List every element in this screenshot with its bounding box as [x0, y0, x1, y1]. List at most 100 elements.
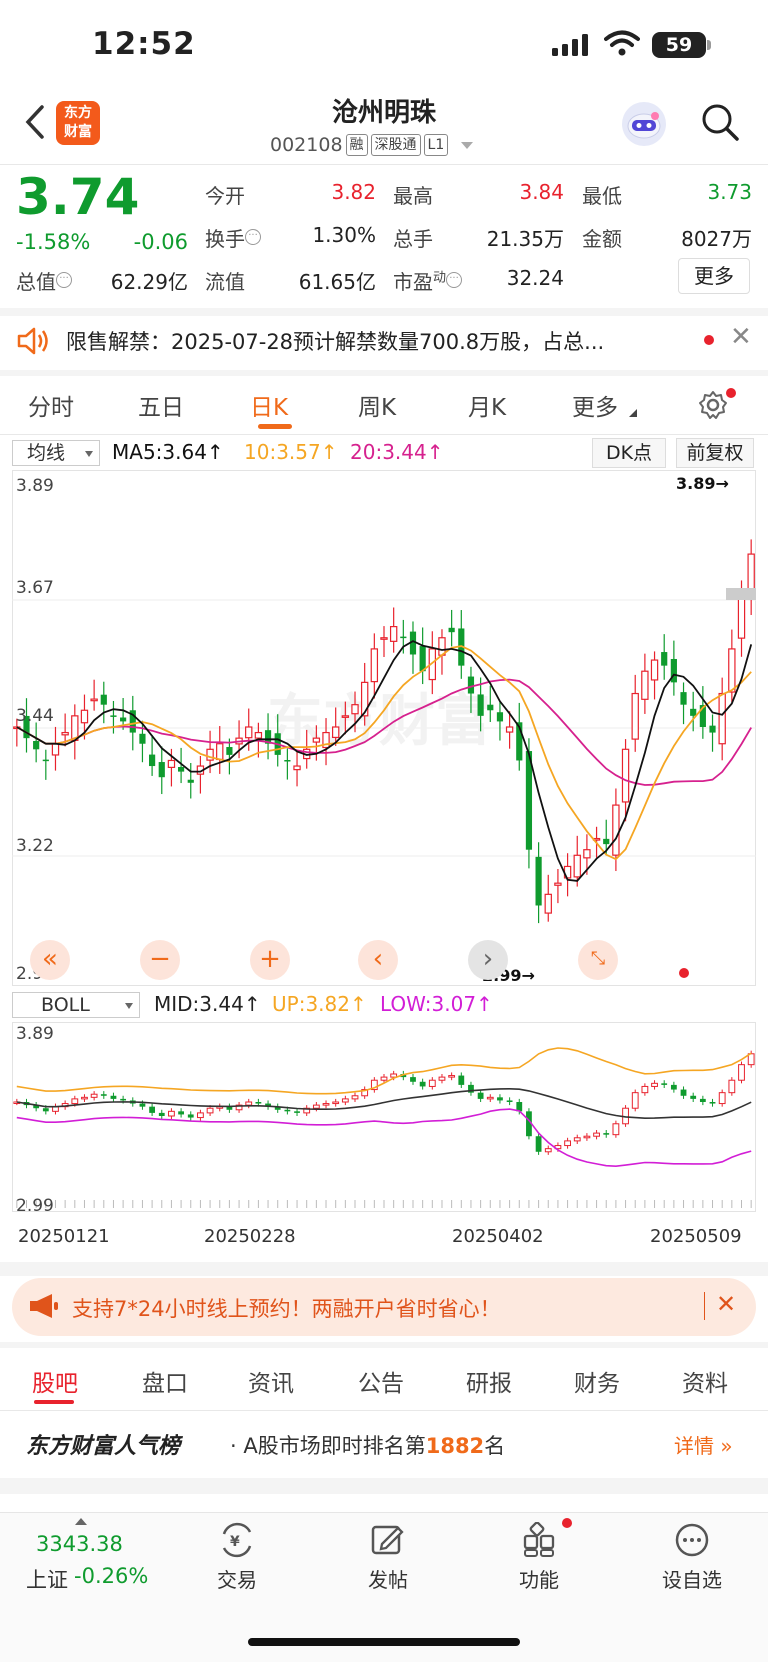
- volume-value: 21.35万: [486, 227, 564, 251]
- tab-announcements[interactable]: 公告: [358, 1364, 404, 1398]
- ma10-label: 10:3.57↑: [244, 440, 338, 464]
- candle-body: [535, 856, 542, 906]
- boll-candle-body: [680, 1089, 687, 1096]
- boll-candle-body: [245, 1101, 253, 1106]
- candle-body: [341, 715, 350, 718]
- open-value: 3.82: [331, 180, 376, 204]
- boll-candle-body: [71, 1098, 79, 1105]
- scroll-left-button[interactable]: ‹: [358, 940, 398, 980]
- dk-point-label: DK点: [605, 442, 653, 464]
- pe-value: 32.24: [506, 266, 564, 290]
- status-time: 12:52: [92, 26, 196, 62]
- info-icon[interactable]: ···: [56, 272, 72, 289]
- boll-candle-body: [477, 1092, 484, 1099]
- boll-candle-body: [187, 1114, 194, 1118]
- boll-candle-body: [535, 1136, 542, 1152]
- candle-body: [80, 709, 89, 724]
- dk-point-button[interactable]: DK点: [592, 438, 666, 468]
- boll-candle-body: [709, 1102, 716, 1104]
- tab-pankou[interactable]: 盘口: [142, 1364, 188, 1398]
- boll-candle-body: [197, 1112, 204, 1119]
- turnover-value: 1.30%: [312, 223, 376, 247]
- rank-detail-link[interactable]: 详情 »: [674, 1430, 733, 1459]
- nav-add-watchlist[interactable]: 设自选: [642, 1564, 742, 1593]
- unlock-notice[interactable]: 限售解禁：2025-07-28预计解禁数量700.8万股，占总...: [66, 326, 666, 356]
- candle-body: [284, 760, 291, 762]
- zoom-out-button[interactable]: −: [140, 940, 180, 980]
- candle-body: [245, 726, 253, 739]
- boll-svg[interactable]: [12, 1022, 756, 1212]
- boll-up-label: UP:3.82↑: [272, 992, 367, 1016]
- candle-body: [90, 698, 98, 702]
- boll-candle-body: [603, 1133, 610, 1135]
- tab-profile[interactable]: 资料: [682, 1364, 728, 1398]
- zoom-in-button[interactable]: +: [250, 940, 290, 980]
- tab-finance[interactable]: 财务: [574, 1364, 620, 1398]
- pe-label-text: 市盈: [393, 270, 433, 294]
- info-icon[interactable]: ···: [446, 272, 463, 289]
- tab-research[interactable]: 研报: [466, 1364, 512, 1398]
- info-icon[interactable]: ···: [245, 229, 261, 246]
- more-dots-icon[interactable]: [674, 1522, 710, 1558]
- tab-news[interactable]: 资讯: [248, 1364, 294, 1398]
- promo-text[interactable]: 支持7*24小时线上预约！两融开户省时省心！: [72, 1293, 501, 1323]
- boll-mid-line: [16, 1087, 752, 1120]
- robot-icon: [627, 112, 661, 139]
- kline-svg[interactable]: 东方财富: [12, 470, 756, 986]
- more-quote-button[interactable]: 更多: [678, 258, 750, 294]
- change-percent: -1.58%: [16, 230, 91, 254]
- stock-subtitle[interactable]: 002108 融 深股通 L1: [270, 134, 474, 156]
- tab-minute[interactable]: 分时: [28, 388, 74, 422]
- functions-icon[interactable]: [522, 1522, 558, 1558]
- scroll-right-button[interactable]: ›: [468, 940, 508, 980]
- candle-body: [603, 838, 610, 845]
- chevron-down-icon: [461, 141, 474, 149]
- boll-candle-body: [380, 1076, 388, 1081]
- fullscreen-button[interactable]: ⤡: [578, 940, 618, 980]
- date-label-3: 20250402: [452, 1226, 544, 1247]
- tab-five-day[interactable]: 五日: [138, 388, 184, 422]
- section-gap: [0, 1478, 768, 1494]
- boll-select[interactable]: BOLL: [12, 992, 140, 1018]
- assistant-avatar[interactable]: [622, 102, 666, 146]
- settings-gear-icon[interactable]: [698, 390, 728, 420]
- tab-more[interactable]: 更多: [572, 388, 618, 422]
- trade-icon[interactable]: ¥: [218, 1522, 256, 1558]
- boll-candle-body: [428, 1079, 436, 1087]
- fast-back-button[interactable]: «: [30, 940, 70, 980]
- nav-post[interactable]: 发帖: [338, 1564, 438, 1593]
- search-button[interactable]: [700, 102, 740, 146]
- candle-body: [583, 849, 591, 859]
- boll-candle-body: [168, 1110, 175, 1117]
- tab-monthly-k[interactable]: 月K: [468, 388, 506, 422]
- tab-weekly-k[interactable]: 周K: [358, 388, 396, 422]
- candle-body: [187, 779, 194, 783]
- candle-body: [400, 636, 407, 639]
- boll-candle-body: [42, 1108, 49, 1112]
- boll-y-bottom: 2.99: [16, 1196, 54, 1216]
- nav-functions[interactable]: 功能: [489, 1564, 589, 1593]
- index-value[interactable]: 3343.38: [36, 1532, 123, 1556]
- notice-dot: [704, 335, 714, 345]
- post-icon[interactable]: [370, 1522, 406, 1558]
- boll-candle-body: [593, 1132, 600, 1137]
- stock-code: 002108: [270, 134, 343, 156]
- candle-body: [448, 627, 455, 633]
- boll-candle-body: [100, 1094, 107, 1096]
- indicator-select[interactable]: 均线: [12, 440, 100, 466]
- candle-body: [690, 708, 697, 716]
- boll-candle-body: [448, 1075, 456, 1078]
- tab-daily-k[interactable]: 日K: [250, 388, 288, 422]
- close-notice-button[interactable]: ✕: [730, 322, 752, 352]
- date-label-1: 20250121: [18, 1226, 110, 1247]
- boll-candle-body: [718, 1092, 726, 1105]
- nav-trade[interactable]: 交易: [187, 1564, 287, 1593]
- boll-candle-body: [690, 1095, 697, 1099]
- dropdown-icon: [85, 451, 93, 457]
- candle-body: [544, 893, 552, 914]
- adjust-button[interactable]: 前复权: [676, 438, 754, 468]
- candle-body: [477, 694, 484, 716]
- boll-candle-body: [341, 1098, 349, 1103]
- close-promo-button[interactable]: ✕: [716, 1290, 736, 1318]
- tab-guba[interactable]: 股吧: [32, 1364, 78, 1398]
